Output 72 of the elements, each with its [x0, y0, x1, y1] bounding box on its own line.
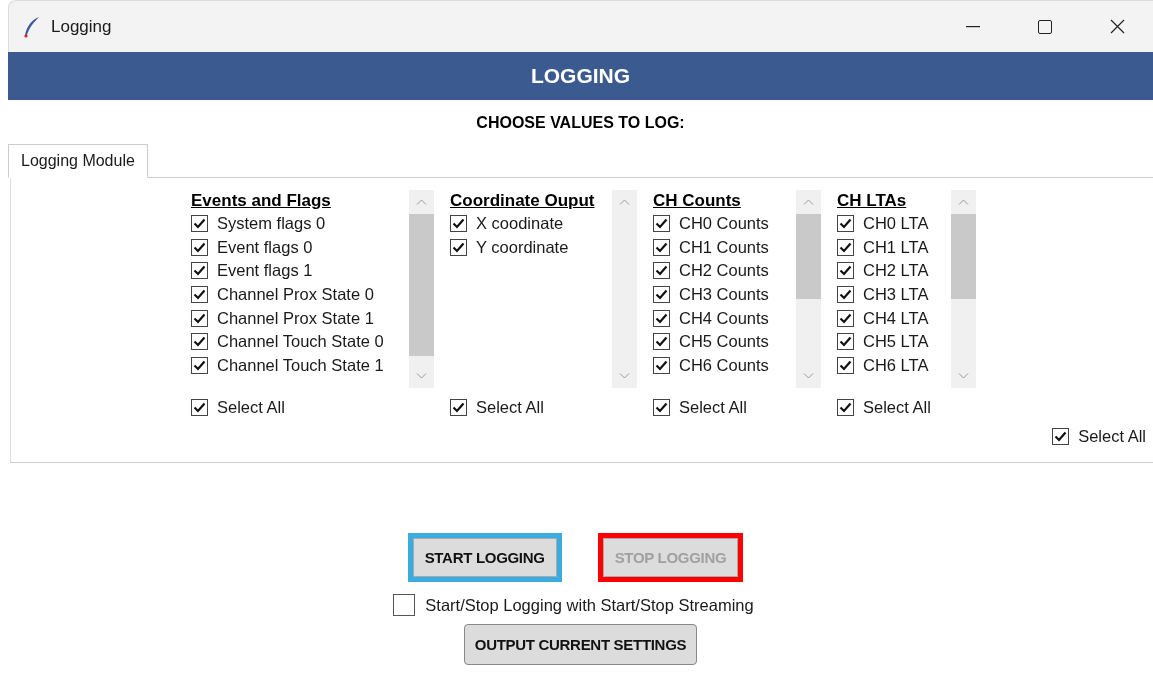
checkbox[interactable]	[393, 594, 416, 616]
checkbox[interactable]	[837, 238, 854, 256]
checkbox[interactable]	[450, 399, 467, 416]
group-heading: CH Counts	[653, 190, 742, 212]
checkbox-label: CH2 LTA	[863, 261, 929, 281]
checkbox[interactable]	[653, 333, 670, 351]
checkbox[interactable]	[653, 286, 670, 304]
checkbox[interactable]	[191, 215, 208, 233]
checkbox-label: Select All	[1078, 427, 1146, 446]
checkbox-label: Y coordinate	[476, 237, 569, 257]
checkbox-label: Channel Touch State 1	[217, 355, 384, 375]
checkbox[interactable]	[191, 238, 208, 256]
close-icon	[1109, 19, 1125, 34]
window-title: Logging	[51, 16, 113, 37]
checkbox[interactable]	[191, 286, 208, 304]
checkbox[interactable]	[837, 333, 854, 351]
checkbox-label: CH1 LTA	[863, 237, 929, 257]
checkbox-label: CH4 Counts	[679, 308, 769, 328]
checkbox[interactable]	[653, 238, 670, 256]
checkbox-label: CH0 Counts	[679, 214, 769, 234]
tab[interactable]: Logging Module	[8, 144, 148, 178]
checkbox[interactable]	[837, 286, 854, 304]
checkbox-label: Event flags 1	[217, 261, 313, 281]
checkbox[interactable]	[191, 333, 208, 351]
checkbox-label: CH3 Counts	[679, 285, 769, 305]
group-heading: Events and Flags	[191, 190, 332, 212]
checkbox-label: CH6 LTA	[863, 355, 929, 375]
checkbox-label: Channel Prox State 1	[217, 308, 374, 328]
checkbox[interactable]	[653, 356, 670, 374]
checkbox-label: CH6 Counts	[679, 355, 769, 375]
checkbox[interactable]	[837, 262, 854, 280]
checkbox[interactable]	[653, 399, 670, 416]
checkbox-label: Select All	[863, 398, 931, 417]
checkbox[interactable]	[450, 215, 467, 233]
checkbox-label: CH4 LTA	[863, 308, 929, 328]
checkbox-label: X coodinate	[476, 214, 564, 234]
checkbox[interactable]	[191, 262, 208, 280]
group-heading: CH LTAs	[837, 190, 908, 212]
checkbox[interactable]	[653, 215, 670, 233]
checkbox[interactable]	[837, 356, 854, 374]
checkbox[interactable]	[1052, 428, 1070, 445]
checkbox[interactable]	[837, 215, 854, 233]
checkbox-label: CH0 LTA	[863, 214, 929, 234]
checkbox-label: CH5 Counts	[679, 332, 769, 352]
checkbox-label: Start/Stop Logging with Start/Stop Streaming	[425, 595, 754, 615]
checkbox-label: CH3 LTA	[863, 285, 929, 305]
group-heading: Coordinate Ouput	[450, 190, 596, 212]
checkbox[interactable]	[450, 238, 467, 256]
checkbox[interactable]	[191, 356, 208, 374]
checkbox[interactable]	[653, 309, 670, 327]
checkbox-label: Select All	[476, 398, 544, 417]
maximize-icon	[1038, 19, 1052, 34]
banner-title: LOGGING	[530, 64, 631, 88]
checkbox-label: Channel Touch State 0	[217, 332, 384, 352]
checkbox[interactable]	[191, 399, 208, 416]
checkbox-label: CH2 Counts	[679, 261, 769, 281]
checkbox-label: Channel Prox State 0	[217, 285, 374, 305]
quill-icon	[23, 15, 41, 38]
minimize-icon	[966, 25, 980, 28]
action-button[interactable]: START LOGGING	[407, 533, 562, 582]
checkbox[interactable]	[653, 262, 670, 280]
checkbox[interactable]	[837, 309, 854, 327]
checkbox-label: CH5 LTA	[863, 332, 929, 352]
checkbox-label: CH1 Counts	[679, 237, 769, 257]
checkbox-label: Select All	[217, 398, 285, 417]
checkbox-label: System flags 0	[217, 214, 326, 234]
output-settings-button[interactable]: OUTPUT CURRENT SETTINGS	[463, 624, 698, 665]
checkbox-label: Event flags 0	[217, 237, 313, 257]
checkbox[interactable]	[191, 309, 208, 327]
checkbox[interactable]	[837, 399, 854, 416]
checkbox-label: Select All	[679, 398, 747, 417]
section-heading: CHOOSE VALUES TO LOG:	[476, 114, 685, 131]
